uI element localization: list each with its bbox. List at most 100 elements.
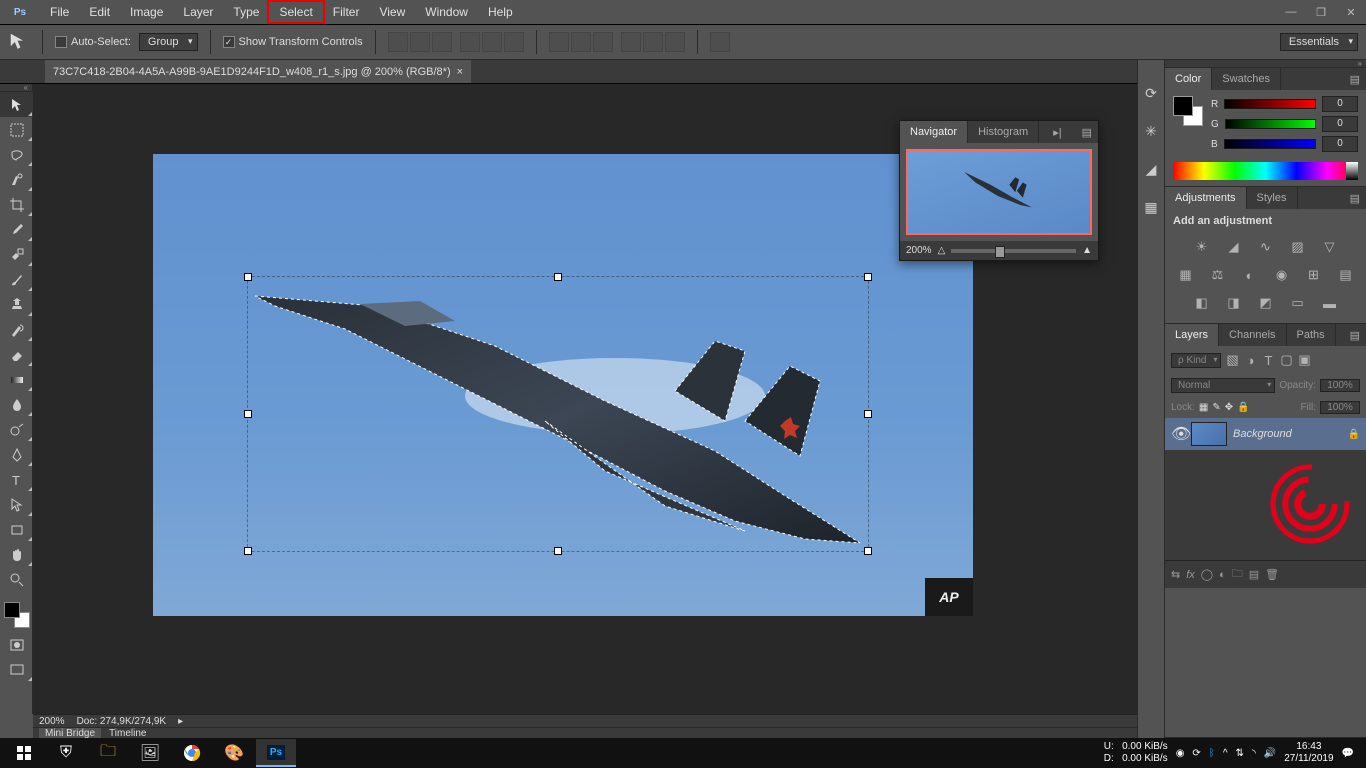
eraser-tool[interactable] (0, 342, 33, 367)
tray-idm-icon[interactable]: ◉ (1176, 748, 1185, 759)
navigator-zoom-slider[interactable] (951, 249, 1076, 253)
layer-fx-icon[interactable]: fx (1186, 569, 1195, 581)
layer-thumbnail[interactable] (1191, 422, 1227, 446)
distribute-btn[interactable] (571, 32, 591, 52)
align-btn[interactable] (432, 32, 452, 52)
tab-navigator[interactable]: Navigator (900, 121, 968, 143)
auto-select-checkbox[interactable]: Auto-Select: (55, 36, 131, 48)
selective-color-icon[interactable]: ▬ (1319, 293, 1341, 313)
align-btn[interactable] (410, 32, 430, 52)
filter-type-icon[interactable]: T (1261, 350, 1275, 370)
show-transform-controls-checkbox[interactable]: ✓Show Transform Controls (223, 36, 363, 48)
distribute-btn[interactable] (643, 32, 663, 52)
document-canvas[interactable]: AP (153, 154, 973, 616)
menu-help[interactable]: Help (478, 2, 523, 22)
marquee-tool[interactable] (0, 117, 33, 142)
taskbar-clock[interactable]: 16:4327/11/2019 (1284, 741, 1333, 765)
tray-wifi-icon[interactable]: ◝ (1252, 748, 1256, 759)
taskbar-security-icon[interactable]: ⛨ (46, 739, 86, 767)
move-tool[interactable] (0, 92, 33, 117)
color-menu-icon[interactable]: ▤ (1344, 68, 1366, 90)
r-value[interactable]: 0 (1322, 96, 1358, 112)
lasso-tool[interactable] (0, 142, 33, 167)
taskbar-explorer-icon[interactable]: 🗀 (88, 739, 128, 767)
taskbar-paint-icon[interactable]: 🎨 (214, 739, 254, 767)
exposure-icon[interactable]: ▨ (1287, 237, 1309, 257)
color-panel-swatch[interactable] (1173, 96, 1203, 126)
taskbar-photoshop-icon[interactable]: Ps (256, 739, 296, 767)
navigator-panel[interactable]: Navigator Histogram ▸| ▤ 200% △ ▲ (899, 120, 1099, 261)
screen-mode-toggle[interactable] (0, 657, 33, 682)
tab-close-icon[interactable]: × (457, 66, 463, 78)
align-btn[interactable] (388, 32, 408, 52)
quick-mask-toggle[interactable] (0, 632, 33, 657)
hand-tool[interactable] (0, 542, 33, 567)
zoom-in-icon[interactable]: ▲ (1082, 245, 1092, 256)
menu-file[interactable]: File (40, 2, 79, 22)
channel-mixer-icon[interactable]: ⊞ (1303, 265, 1325, 285)
tray-notifications-icon[interactable]: 💬 (1342, 748, 1354, 759)
taskbar-photos-icon[interactable]: 🖼 (130, 739, 170, 767)
menu-window[interactable]: Window (415, 2, 478, 22)
adjustments-menu-icon[interactable]: ▤ (1344, 187, 1366, 209)
align-btn[interactable] (460, 32, 480, 52)
histogram-icon[interactable]: ◢ (1142, 160, 1160, 178)
new-fill-layer-icon[interactable]: ◐ (1219, 569, 1226, 581)
navigator-menu-icon[interactable]: ▤ (1076, 121, 1098, 143)
tab-adjustments[interactable]: Adjustments (1165, 187, 1247, 209)
lock-transparency-icon[interactable]: ▦ (1199, 402, 1208, 413)
auto-select-target-dropdown[interactable]: Group (139, 33, 198, 51)
zoom-out-icon[interactable]: △ (938, 245, 946, 256)
photo-filter-icon[interactable]: ◉ (1271, 265, 1293, 285)
dodge-tool[interactable] (0, 417, 33, 442)
delete-layer-icon[interactable]: 🗑 (1265, 568, 1279, 581)
navigator-thumbnail[interactable] (906, 149, 1092, 235)
tray-volume-icon[interactable]: 🔊 (1264, 748, 1276, 759)
dock-collapse[interactable]: » (1165, 60, 1366, 68)
taskbar-chrome-icon[interactable] (172, 739, 212, 767)
distribute-btn[interactable] (593, 32, 613, 52)
clone-stamp-tool[interactable] (0, 292, 33, 317)
eyedropper-tool[interactable] (0, 217, 33, 242)
history-brush-tool[interactable] (0, 317, 33, 342)
layer-filter-kind[interactable]: ρ Kind (1171, 353, 1221, 368)
curves-icon[interactable]: ∿ (1255, 237, 1277, 257)
lock-all-icon[interactable]: 🔒 (1237, 402, 1249, 413)
menu-view[interactable]: View (369, 2, 415, 22)
threshold-icon[interactable]: ◩ (1255, 293, 1277, 313)
rectangle-tool[interactable] (0, 517, 33, 542)
properties-icon[interactable]: ▦ (1142, 198, 1160, 216)
tab-layers[interactable]: Layers (1165, 324, 1219, 346)
crop-tool[interactable] (0, 192, 33, 217)
g-value[interactable]: 0 (1322, 116, 1358, 132)
new-layer-icon[interactable]: ▤ (1249, 568, 1259, 581)
timeline-tab[interactable]: Timeline (109, 728, 146, 739)
lock-pixels-icon[interactable]: ✎ (1212, 402, 1220, 413)
visibility-icon[interactable]: 👁 (1171, 424, 1185, 444)
status-doc-size[interactable]: Doc: 274,9K/274,9K (77, 716, 167, 727)
layer-row-background[interactable]: 👁 Background 🔒 (1165, 418, 1366, 450)
bw-icon[interactable]: ◐ (1239, 265, 1261, 285)
tray-bluetooth-icon[interactable]: ᛒ (1209, 748, 1215, 759)
toolbox-collapse[interactable]: « (0, 84, 32, 92)
workspace-switcher[interactable]: Essentials (1280, 33, 1358, 51)
new-group-icon[interactable]: 🗀 (1232, 565, 1243, 584)
tab-swatches[interactable]: Swatches (1212, 68, 1281, 90)
filter-smart-icon[interactable]: ▣ (1297, 350, 1311, 370)
layer-name[interactable]: Background (1233, 428, 1342, 440)
navigator-zoom-value[interactable]: 200% (906, 245, 932, 256)
distribute-btn[interactable] (549, 32, 569, 52)
brush-tool[interactable] (0, 267, 33, 292)
blur-tool[interactable] (0, 392, 33, 417)
b-value[interactable]: 0 (1322, 136, 1358, 152)
menu-type[interactable]: Type (223, 2, 269, 22)
distribute-btn[interactable] (621, 32, 641, 52)
tab-paths[interactable]: Paths (1287, 324, 1336, 346)
filter-pixel-icon[interactable]: ▧ (1225, 350, 1239, 370)
quick-selection-tool[interactable] (0, 167, 33, 192)
b-slider[interactable] (1224, 139, 1316, 149)
filter-adjust-icon[interactable]: ◑ (1243, 350, 1257, 370)
levels-icon[interactable]: ◢ (1223, 237, 1245, 257)
filter-shape-icon[interactable]: ▢ (1279, 350, 1293, 370)
tab-styles[interactable]: Styles (1247, 187, 1298, 209)
